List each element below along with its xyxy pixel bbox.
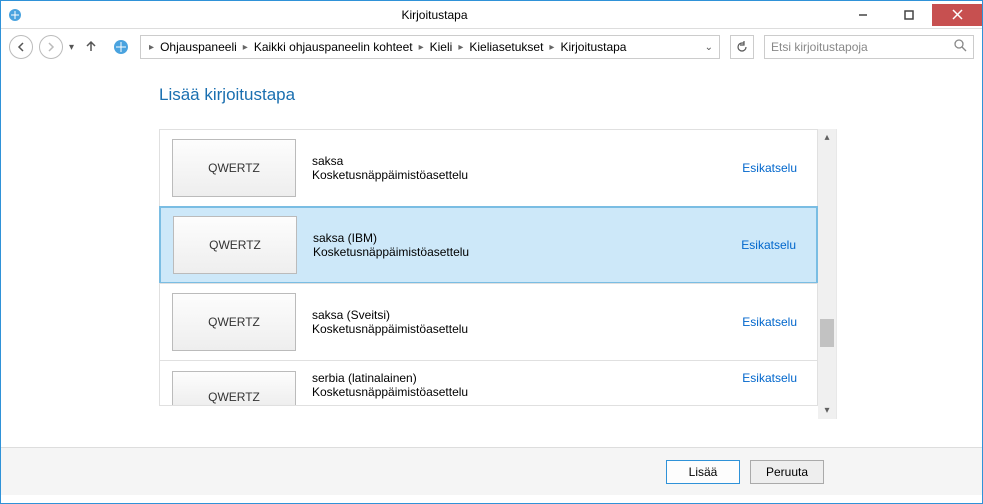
list-item[interactable]: QWERTZ saksa (Sveitsi) Kosketusnäppäimis… xyxy=(159,283,818,361)
scrollbar[interactable]: ▴ ▾ xyxy=(818,129,836,419)
close-button[interactable] xyxy=(932,4,982,26)
refresh-button[interactable] xyxy=(730,35,754,59)
layout-subtitle: Kosketusnäppäimistöasettelu xyxy=(312,168,742,182)
chevron-right-icon: ▸ xyxy=(547,42,556,53)
layout-subtitle: Kosketusnäppäimistöasettelu xyxy=(312,385,742,399)
navbar: ▾ ▸ Ohjauspaneeli ▸ Kaikki ohjauspaneeli… xyxy=(1,29,982,65)
layout-info: saksa (IBM) Kosketusnäppäimistöasettelu xyxy=(313,231,741,259)
preview-link[interactable]: Esikatselu xyxy=(741,238,796,252)
breadcrumb-item[interactable]: Kieli xyxy=(428,40,455,54)
scroll-up-icon[interactable]: ▴ xyxy=(818,129,836,146)
window-icon xyxy=(1,7,29,23)
layout-name: saksa xyxy=(312,154,742,168)
layout-tile: QWERTZ xyxy=(172,139,296,197)
page-heading: Lisää kirjoitustapa xyxy=(159,85,982,105)
layout-name: saksa (IBM) xyxy=(313,231,741,245)
cancel-button[interactable]: Peruuta xyxy=(750,460,824,484)
maximize-button[interactable] xyxy=(886,4,932,26)
chevron-right-icon: ▸ xyxy=(147,42,156,53)
layout-subtitle: Kosketusnäppäimistöasettelu xyxy=(312,322,742,336)
layout-tile: QWERTZ xyxy=(172,371,296,406)
add-button[interactable]: Lisää xyxy=(666,460,740,484)
breadcrumb[interactable]: ▸ Ohjauspaneeli ▸ Kaikki ohjauspaneelin … xyxy=(140,35,720,59)
list-item[interactable]: QWERTZ saksa (IBM) Kosketusnäppäimistöas… xyxy=(159,206,818,284)
layout-name: serbia (latinalainen) xyxy=(312,371,742,385)
breadcrumb-dropdown-icon[interactable]: ⌄ xyxy=(705,42,713,53)
history-dropdown-icon[interactable]: ▾ xyxy=(69,42,74,53)
breadcrumb-item[interactable]: Ohjauspaneeli xyxy=(158,40,239,54)
forward-button[interactable] xyxy=(39,35,63,59)
list-item[interactable]: QWERTZ saksa Kosketusnäppäimistöasettelu… xyxy=(159,129,818,207)
up-button[interactable] xyxy=(84,39,98,56)
preview-link[interactable]: Esikatselu xyxy=(742,371,797,385)
content-area: Lisää kirjoitustapa QWERTZ saksa Kosketu… xyxy=(1,65,982,447)
layout-tile: QWERTZ xyxy=(172,293,296,351)
layout-info: saksa (Sveitsi) Kosketusnäppäimistöasett… xyxy=(312,308,742,336)
preview-link[interactable]: Esikatselu xyxy=(742,315,797,329)
search-box[interactable] xyxy=(764,35,974,59)
chevron-right-icon: ▸ xyxy=(456,42,465,53)
preview-link[interactable]: Esikatselu xyxy=(742,161,797,175)
titlebar: Kirjoitustapa xyxy=(1,1,982,29)
location-icon xyxy=(112,38,130,56)
chevron-right-icon: ▸ xyxy=(241,42,250,53)
chevron-right-icon: ▸ xyxy=(417,42,426,53)
scroll-thumb[interactable] xyxy=(820,319,834,347)
bottom-bar: Lisää Peruuta xyxy=(1,447,982,495)
layout-tile: QWERTZ xyxy=(173,216,297,274)
layout-info: saksa Kosketusnäppäimistöasettelu xyxy=(312,154,742,182)
layout-info: serbia (latinalainen) Kosketusnäppäimist… xyxy=(312,371,742,399)
keyboard-list: QWERTZ saksa Kosketusnäppäimistöasettelu… xyxy=(159,129,837,419)
layout-subtitle: Kosketusnäppäimistöasettelu xyxy=(313,245,741,259)
breadcrumb-item[interactable]: Kirjoitustapa xyxy=(558,40,628,54)
breadcrumb-item[interactable]: Kaikki ohjauspaneelin kohteet xyxy=(252,40,415,54)
window-controls xyxy=(840,4,982,26)
window-title: Kirjoitustapa xyxy=(29,8,840,22)
minimize-button[interactable] xyxy=(840,4,886,26)
search-input[interactable] xyxy=(771,40,954,54)
list-item[interactable]: QWERTZ serbia (latinalainen) Kosketusnäp… xyxy=(159,360,818,406)
breadcrumb-item[interactable]: Kieliasetukset xyxy=(467,40,545,54)
layout-name: saksa (Sveitsi) xyxy=(312,308,742,322)
search-icon[interactable] xyxy=(954,39,967,55)
scroll-down-icon[interactable]: ▾ xyxy=(818,402,836,419)
back-button[interactable] xyxy=(9,35,33,59)
